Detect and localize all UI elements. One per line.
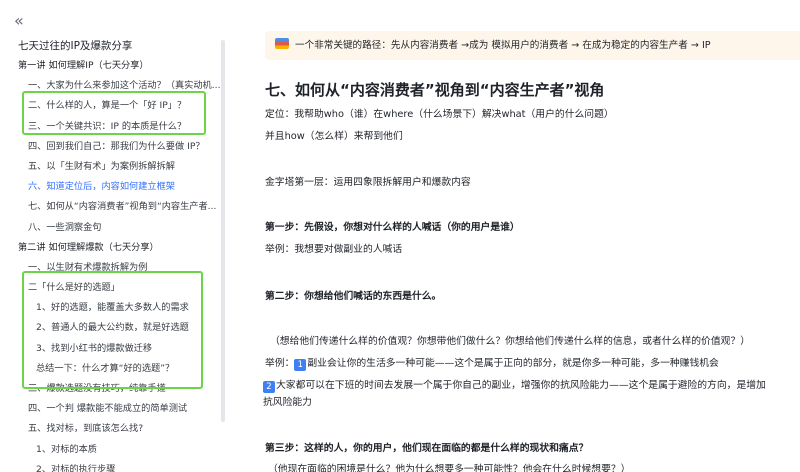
- step3-title: 第三步：这样的人，你的用户，他们现在面临的都是什么样的现状和痛点？: [265, 443, 589, 454]
- keycap-2-icon: 2: [263, 381, 275, 393]
- outline-item[interactable]: 七、如何从“内容消费者”视角到“内容生产者...: [0, 197, 232, 217]
- document-body: 一个非常关键的路径：先从内容消费者 →成为 模拟用户的消费者 → 在成为稳定的内…: [232, 0, 800, 472]
- step1-example: 举例：我想要对做副业的人喊话: [265, 244, 403, 255]
- pyramid-line: 金字塔第一层：运用四象限拆解用户和爆款内容: [265, 177, 471, 188]
- section-heading: 七、如何从“内容消费者”视角到“内容生产者”视角: [265, 81, 605, 99]
- example-1-text: 副业会让你的生活多一种可能——这个是属于正向的部分，就是你多一种可能，多一种赚钱…: [307, 358, 719, 369]
- outline-item[interactable]: 2、对标的执行步骤: [0, 460, 232, 472]
- outline-item[interactable]: 四、回到我们自己：那我们为什么要做 IP？: [0, 137, 232, 157]
- highlight-box-topics: [22, 271, 203, 389]
- how-line: 并且how（怎么样）来帮到他们: [265, 131, 403, 142]
- sidebar-scrollbar[interactable]: [221, 40, 225, 422]
- outline-item[interactable]: 四、一个判 爆款能不能成立的简单测试: [0, 399, 232, 419]
- outline-item[interactable]: 1、对标的本质: [0, 440, 232, 460]
- highlight-box-ip: [22, 91, 206, 135]
- callout-box: 一个非常关键的路径：先从内容消费者 →成为 模拟用户的消费者 → 在成为稳定的内…: [265, 31, 800, 60]
- outline-doc-title[interactable]: 七天过往的IP及爆款分享: [18, 38, 132, 53]
- outline-item[interactable]: 第一讲 如何理解IP（七天分享）: [0, 56, 232, 76]
- collapse-sidebar-icon[interactable]: «: [14, 12, 32, 30]
- books-icon: [275, 38, 289, 49]
- example-prefix: 举例：: [265, 358, 295, 369]
- step2-example-2: 2 大家都可以在下班的时间去发展一个属于你自己的副业，增强你的抗风险能力——这个是…: [263, 377, 766, 393]
- outline-sidebar: « 七天过往的IP及爆款分享 第一讲 如何理解IP（七天分享） 一、大家为什么来参…: [0, 0, 232, 472]
- callout-text: 一个非常关键的路径：先从内容消费者 →成为 模拟用户的消费者 → 在成为稳定的内…: [295, 40, 711, 51]
- outline-item[interactable]: 第二讲 如何理解爆款（七天分享）: [0, 238, 232, 258]
- positioning-line: 定位：我帮助who（谁）在where（什么场景下）解决what（用户的什么问题）: [265, 109, 614, 120]
- outline-item[interactable]: 八、一些洞察金句: [0, 218, 232, 238]
- outline-item[interactable]: 五、找对标，到底该怎么找?: [0, 419, 232, 439]
- step2-title: 第二步：你想给他们喊话的东西是什么。: [265, 291, 442, 302]
- outline-item[interactable]: 六、知道定位后，内容如何建立框架: [0, 177, 232, 197]
- step2-question: （想给他们传递什么样的价值观？你想带他们做什么？你想给他们传递什么样的信息，或者…: [270, 336, 751, 347]
- step2-example-1: 举例： 1 副业会让你的生活多一种可能——这个是属于正向的部分，就是你多一种可能，多…: [265, 355, 719, 371]
- example-2-text: 大家都可以在下班的时间去发展一个属于你自己的副业，增强你的抗风险能力——这个是属…: [276, 380, 766, 391]
- keycap-1-icon: 1: [294, 359, 307, 371]
- outline-item[interactable]: 五、以「生财有术」为案例拆解拆解: [0, 157, 232, 177]
- step3-question: （他现在面临的困境是什么？他为什么想要多一种可能性？他会在什么时候想要？）: [268, 464, 631, 472]
- step1-title: 第一步：先假设，你想对什么样的人喊话（你的用户是谁）: [265, 222, 520, 233]
- step2-example-2-cont: 抗风险能力: [263, 397, 312, 408]
